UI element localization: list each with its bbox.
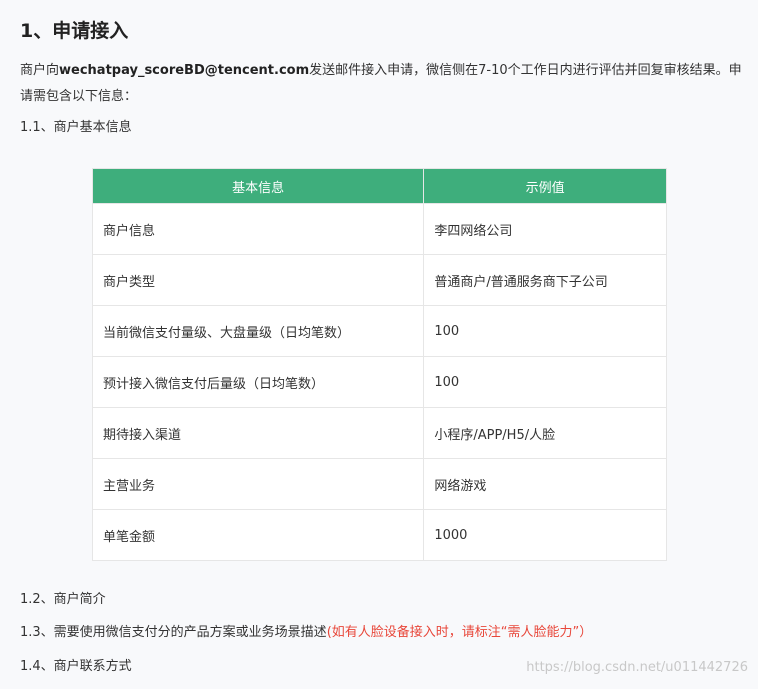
row-value: 小程序/APP/H5/人脸 [423, 407, 667, 459]
section-heading: 1、申请接入 [20, 20, 129, 42]
row-value: 普通商户/普通服务商下子公司 [423, 254, 667, 306]
table-header-row: 基本信息 示例值 [91, 168, 667, 204]
column-header-basic-info: 基本信息 [91, 168, 425, 204]
intro-prefix: 商户向 [20, 63, 60, 78]
intro-paragraph: 商户向wechatpay_scoreBD@tencent.com发送邮件接入申请… [20, 58, 742, 110]
row-label: 单笔金额 [91, 509, 425, 561]
row-value: 100 [423, 305, 667, 357]
table-row: 当前微信支付量级、大盘量级（日均笔数） 100 [91, 305, 667, 357]
subsection-1-1: 1.1、商户基本信息 [20, 120, 132, 135]
table-row: 主营业务 网络游戏 [91, 458, 667, 510]
row-label: 期待接入渠道 [91, 407, 425, 459]
table-row: 预计接入微信支付后量级（日均笔数） 100 [91, 356, 667, 408]
subsection-1-2: 1.2、商户简介 [20, 592, 106, 607]
row-label: 主营业务 [91, 458, 425, 510]
table-row: 商户类型 普通商户/普通服务商下子公司 [91, 254, 667, 306]
row-value: 1000 [423, 509, 667, 561]
subsection-1-3-text: 1.3、需要使用微信支付分的产品方案或业务场景描述 [20, 625, 327, 640]
row-value: 网络游戏 [423, 458, 667, 510]
table-row: 期待接入渠道 小程序/APP/H5/人脸 [91, 407, 667, 459]
column-header-example-value: 示例值 [423, 168, 667, 204]
table-row: 商户信息 李四网络公司 [91, 203, 667, 255]
row-label: 当前微信支付量级、大盘量级（日均笔数） [91, 305, 425, 357]
row-label: 预计接入微信支付后量级（日均笔数） [91, 356, 425, 408]
subsection-1-4: 1.4、商户联系方式 [20, 659, 132, 674]
table-row: 单笔金额 1000 [91, 509, 667, 561]
row-label: 商户类型 [91, 254, 425, 306]
row-value: 李四网络公司 [423, 203, 667, 255]
contact-email: wechatpay_scoreBD@tencent.com [59, 63, 310, 78]
row-value: 100 [423, 356, 667, 408]
document-content: 1、申请接入 商户向wechatpay_scoreBD@tencent.com发… [0, 0, 758, 689]
row-label: 商户信息 [91, 203, 425, 255]
face-capability-note: (如有人脸设备接入时，请标注“需人脸能力”） [326, 625, 593, 640]
basic-info-table: 基本信息 示例值 商户信息 李四网络公司 商户类型 普通商户/普通服务商下子公司 当… [91, 168, 667, 561]
subsection-1-3: 1.3、需要使用微信支付分的产品方案或业务场景描述(如有人脸设备接入时，请标注“… [20, 623, 592, 643]
blog-watermark: https://blog.csdn.net/u011442726 [526, 660, 748, 675]
